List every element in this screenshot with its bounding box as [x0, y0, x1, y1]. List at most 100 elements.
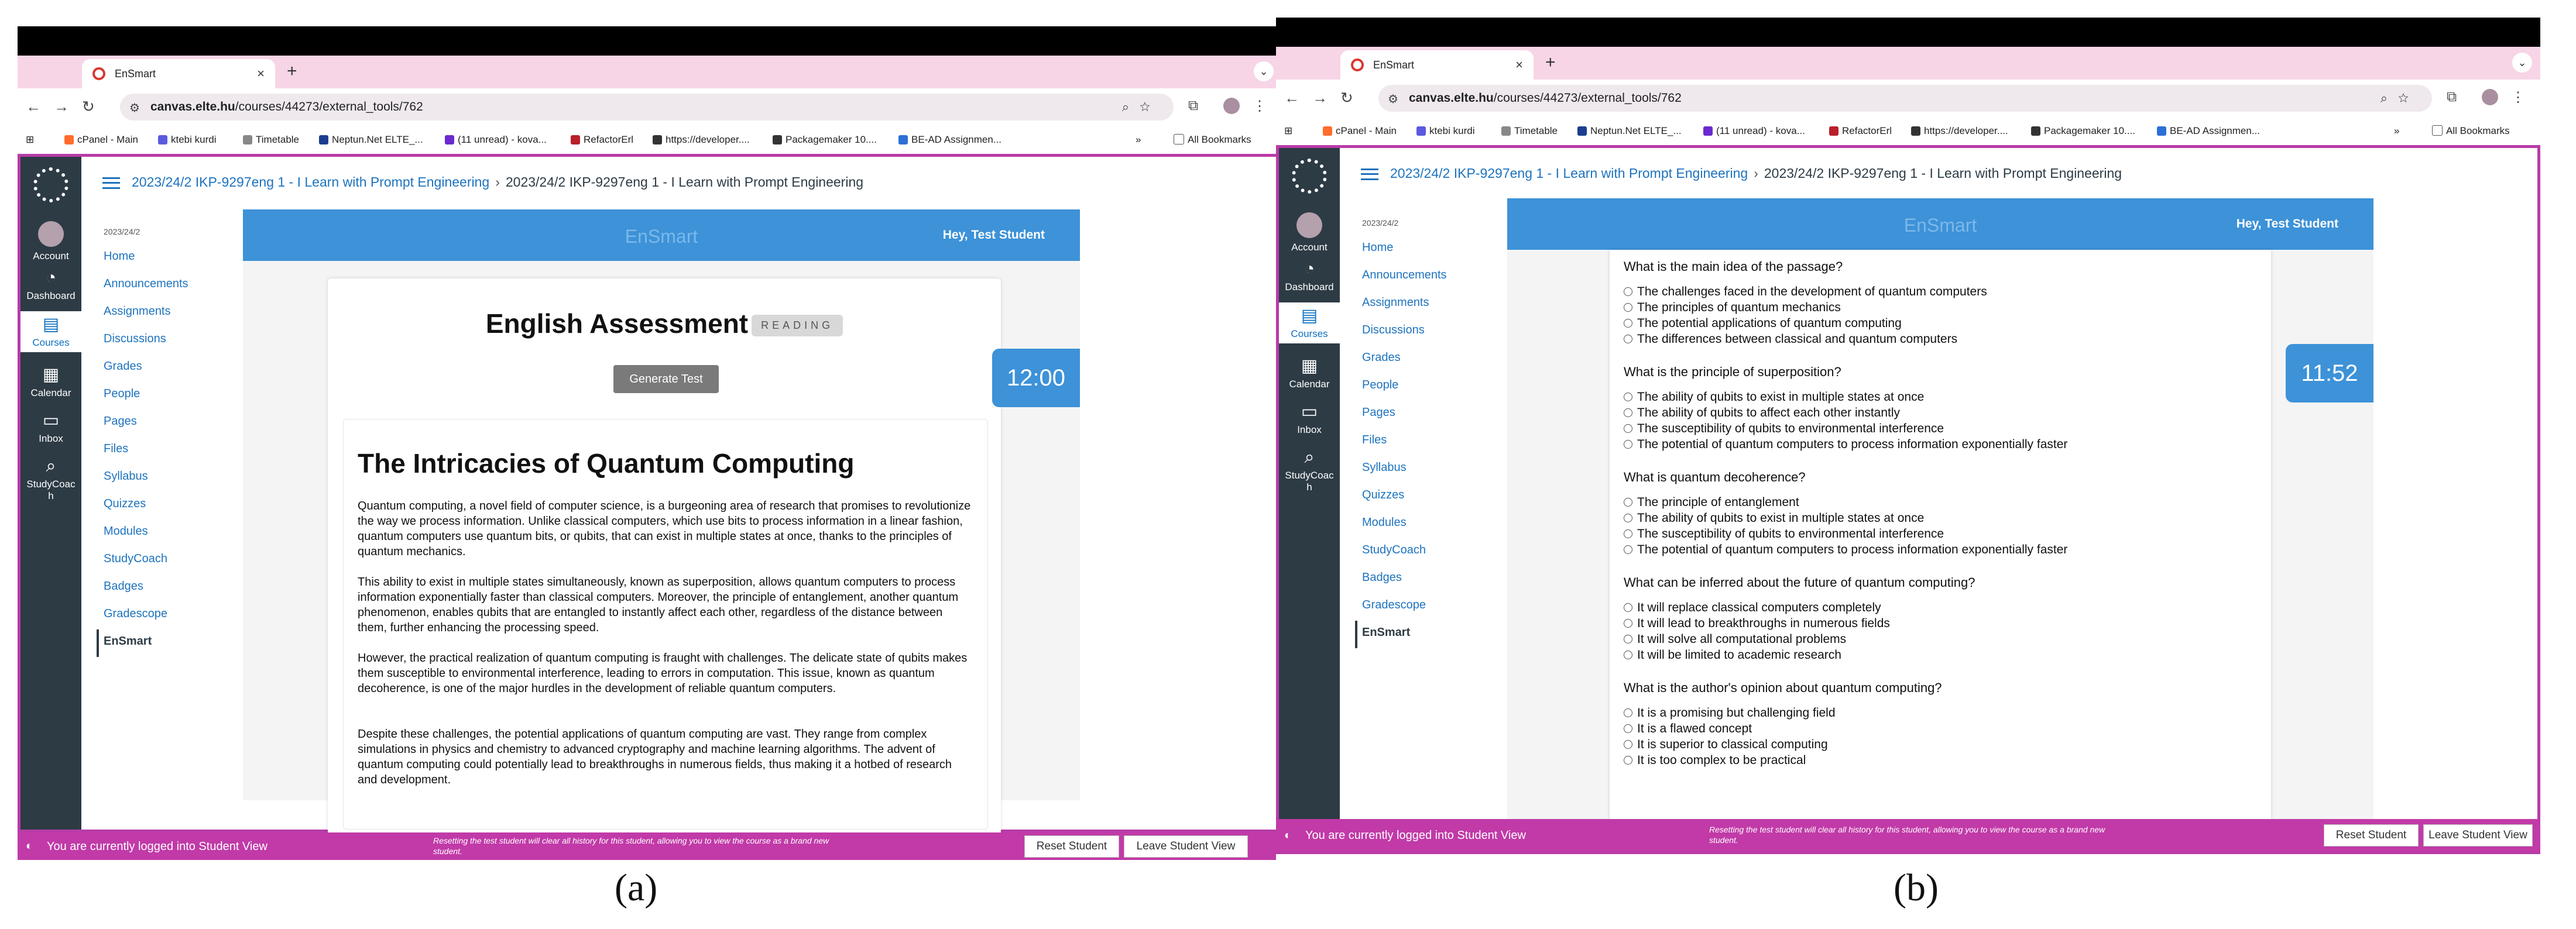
radio-button[interactable] [1624, 651, 1632, 659]
bookmark-ktebi[interactable]: ktebi kurdi [1416, 125, 1474, 137]
radio-button[interactable] [1624, 498, 1632, 507]
breadcrumb-course-link[interactable]: 2023/24/2 IKP-9297eng 1 - I Learn with P… [132, 174, 489, 190]
answer-option[interactable]: The susceptibility of qubits to environm… [1624, 526, 2268, 542]
bookmark-packagemaker[interactable]: Packagemaker 10.... [773, 134, 877, 146]
radio-button[interactable] [1624, 319, 1632, 328]
bookmark-neptun[interactable]: Neptun.Net ELTE_... [319, 134, 423, 146]
answer-option[interactable]: The ability of qubits to exist in multip… [1624, 510, 2268, 526]
new-tab-icon[interactable]: + [1545, 53, 1556, 73]
forward-icon[interactable]: → [1312, 89, 1328, 107]
canvas-logo-icon[interactable] [1292, 159, 1327, 194]
close-tab-icon[interactable]: × [257, 66, 265, 81]
close-tab-icon[interactable]: × [1515, 57, 1523, 73]
nav-dashboard[interactable]: ◔ Dashboard [20, 268, 81, 302]
answer-option[interactable]: It will replace classical computers comp… [1624, 600, 2268, 615]
answer-option[interactable]: The potential applications of quantum co… [1624, 315, 2268, 331]
generate-test-button[interactable]: Generate Test [613, 365, 719, 393]
radio-button[interactable] [1624, 335, 1632, 343]
radio-button[interactable] [1624, 740, 1632, 749]
course-nav-grades[interactable]: Grades [1355, 346, 1495, 373]
bookmark-mail[interactable]: (11 unread) - kova... [1703, 125, 1805, 137]
answer-option[interactable]: It will solve all computational problems [1624, 631, 2268, 647]
course-nav-gradescope[interactable]: Gradescope [1355, 593, 1495, 621]
nav-account[interactable]: Account [1279, 212, 1340, 253]
course-nav-syllabus[interactable]: Syllabus [1355, 456, 1495, 483]
leave-student-view-button[interactable]: Leave Student View [1124, 835, 1248, 858]
breadcrumb-course-link[interactable]: 2023/24/2 IKP-9297eng 1 - I Learn with P… [1390, 166, 1748, 181]
answer-option[interactable]: The principles of quantum mechanics [1624, 300, 2268, 315]
all-bookmarks[interactable]: All Bookmarks [2432, 125, 2510, 137]
back-icon[interactable]: ← [26, 98, 41, 116]
course-nav-discussions[interactable]: Discussions [1355, 318, 1495, 346]
bookmark-cpanel[interactable]: cPanel - Main [1323, 125, 1397, 137]
bookmarks-overflow[interactable]: » [2394, 125, 2399, 137]
bookmark-refactorerl[interactable]: RefactorErl [1829, 125, 1892, 137]
course-nav-people[interactable]: People [1355, 373, 1495, 401]
nav-inbox[interactable]: ▭ Inbox [20, 411, 81, 445]
course-nav-syllabus[interactable]: Syllabus [97, 465, 237, 492]
course-nav-quizzes[interactable]: Quizzes [97, 492, 237, 519]
course-nav-pages[interactable]: Pages [97, 410, 237, 437]
bookmark-ktebi[interactable]: ktebi kurdi [158, 134, 216, 146]
extensions-icon[interactable]: ⧉ [2447, 89, 2457, 105]
answer-option[interactable]: It will be limited to academic research [1624, 647, 2268, 663]
site-settings-icon[interactable]: ⚙ [129, 101, 140, 115]
bookmark-neptun[interactable]: Neptun.Net ELTE_... [1577, 125, 1682, 137]
answer-option[interactable]: It will lead to breakthroughs in numerou… [1624, 615, 2268, 631]
course-nav-studycoach[interactable]: StudyCoach [1355, 538, 1495, 566]
radio-button[interactable] [1624, 424, 1632, 433]
radio-button[interactable] [1624, 287, 1632, 296]
radio-button[interactable] [1624, 529, 1632, 538]
answer-option[interactable]: The potential of quantum computers to pr… [1624, 436, 2268, 452]
answer-option[interactable]: The principle of entanglement [1624, 494, 2268, 510]
course-nav-quizzes[interactable]: Quizzes [1355, 483, 1495, 511]
bookmark-bead[interactable]: BE-AD Assignmen... [2157, 125, 2260, 137]
course-nav-modules[interactable]: Modules [1355, 511, 1495, 538]
nav-courses[interactable]: ▤ Courses [1279, 302, 1340, 343]
radio-button[interactable] [1624, 440, 1632, 449]
reset-student-button[interactable]: Reset Student [2324, 824, 2419, 847]
browser-tab[interactable]: EnSmart × [1340, 50, 1534, 80]
nav-dashboard[interactable]: ◔ Dashboard [1279, 259, 1340, 293]
browser-tab[interactable]: EnSmart × [82, 59, 275, 88]
radio-button[interactable] [1624, 756, 1632, 765]
answer-option[interactable]: The ability of qubits to exist in multip… [1624, 389, 2268, 405]
answer-option[interactable]: It is superior to classical computing [1624, 737, 2268, 752]
bookmarks-overflow[interactable]: » [1136, 134, 1141, 146]
tab-menu-icon[interactable]: ⌄ [2512, 53, 2532, 73]
course-nav-ensmart[interactable]: EnSmart [1355, 621, 1495, 648]
radio-button[interactable] [1624, 545, 1632, 554]
reload-icon[interactable]: ↻ [1340, 89, 1353, 107]
nav-courses[interactable]: ▤ Courses [20, 311, 81, 352]
course-nav-ensmart[interactable]: EnSmart [97, 629, 237, 657]
bookmark-refactorerl[interactable]: RefactorErl [571, 134, 633, 146]
course-nav-assignments[interactable]: Assignments [1355, 291, 1495, 318]
url-input[interactable]: ⚙ canvas.elte.hu/courses/44273/external_… [1378, 85, 2432, 112]
new-tab-icon[interactable]: + [287, 61, 297, 81]
answer-option[interactable]: The challenges faced in the development … [1624, 284, 2268, 300]
course-menu-toggle-icon[interactable] [1361, 168, 1378, 180]
answer-option[interactable]: The ability of qubits to affect each oth… [1624, 405, 2268, 421]
extensions-icon[interactable]: ⧉ [1188, 98, 1198, 114]
radio-button[interactable] [1624, 619, 1632, 628]
course-nav-announcements[interactable]: Announcements [1355, 263, 1495, 291]
answer-option[interactable]: The differences between classical and qu… [1624, 331, 2268, 347]
profile-avatar[interactable] [2482, 89, 2498, 105]
course-menu-toggle-icon[interactable] [102, 177, 120, 189]
answer-option[interactable]: It is a flawed concept [1624, 721, 2268, 737]
bookmark-bead[interactable]: BE-AD Assignmen... [898, 134, 1001, 146]
site-settings-icon[interactable]: ⚙ [1388, 92, 1398, 106]
course-nav-grades[interactable]: Grades [97, 355, 237, 382]
course-nav-files[interactable]: Files [97, 437, 237, 465]
bookmark-packagemaker[interactable]: Packagemaker 10.... [2031, 125, 2135, 137]
course-nav-studycoach[interactable]: StudyCoach [97, 547, 237, 574]
zoom-star-icons[interactable]: ⌕☆ [1122, 99, 1161, 115]
nav-inbox[interactable]: ▭ Inbox [1279, 402, 1340, 436]
answer-option[interactable]: It is too complex to be practical [1624, 752, 2268, 768]
course-nav-home[interactable]: Home [97, 245, 237, 272]
nav-studycoach[interactable]: ⌕ StudyCoac h [1279, 448, 1340, 493]
radio-button[interactable] [1624, 393, 1632, 401]
course-nav-discussions[interactable]: Discussions [97, 327, 237, 355]
browser-menu-icon[interactable]: ⋮ [1253, 98, 1267, 115]
radio-button[interactable] [1624, 603, 1632, 612]
